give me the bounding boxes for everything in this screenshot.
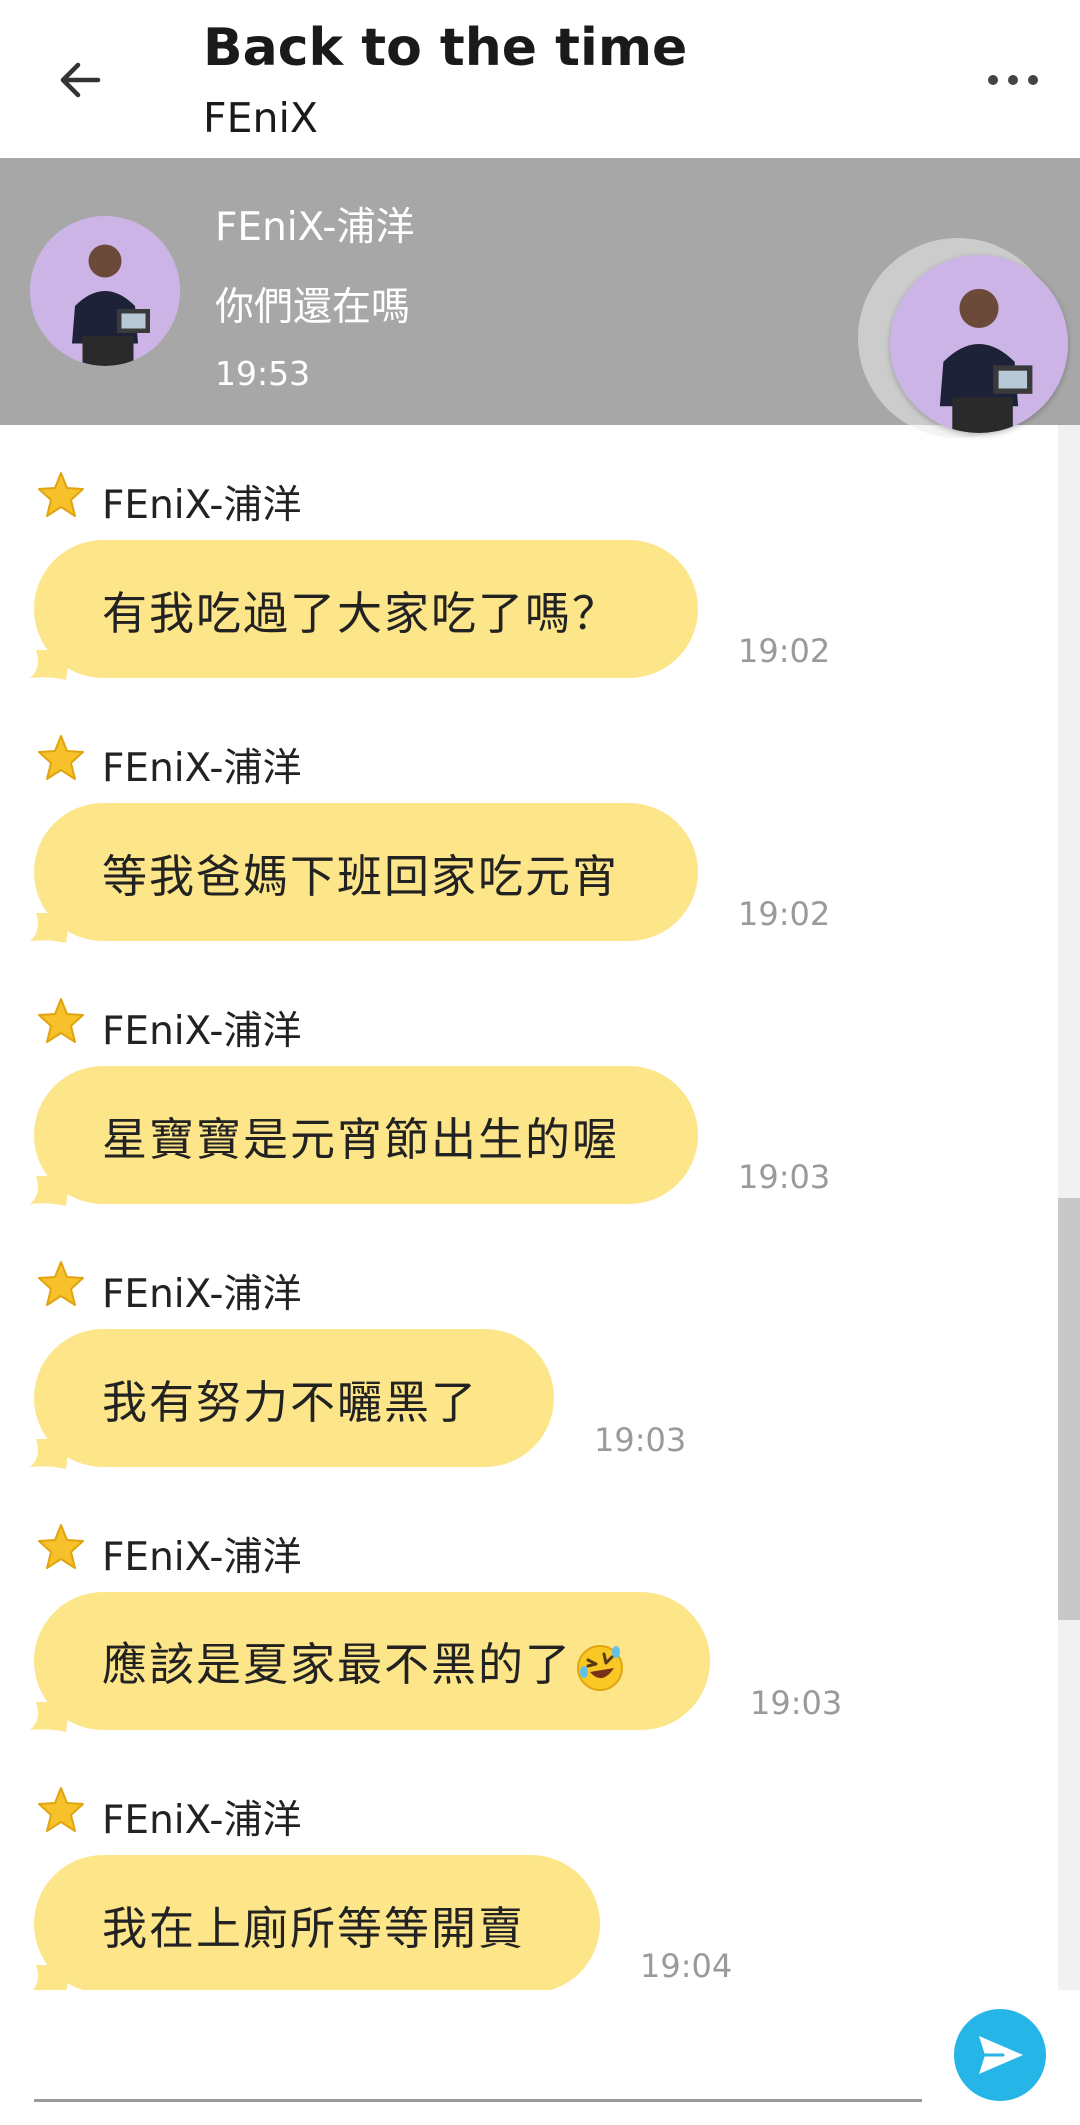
star-badge-icon [38, 998, 84, 1043]
message-sender: FEniX-浦洋 [102, 746, 302, 791]
message-bubble[interactable]: 有我吃過了大家吃了嗎？ [34, 540, 698, 678]
message-sender: FEniX-浦洋 [102, 1272, 302, 1317]
pinned-message-text: 你們還在嗎 [215, 285, 411, 330]
message-item: FEniX-浦洋 星寶寶是元宵節出生的喔 19:03 [0, 996, 1060, 1256]
message-item: FEniX-浦洋 應該是夏家最不黑的了 19:03 [0, 1522, 1060, 1782]
message-composer [0, 1990, 1080, 2125]
arrow-left-icon [60, 62, 101, 98]
more-options-dot [1028, 75, 1038, 85]
message-text: 我在上廁所等等開賣 [102, 1901, 526, 1955]
message-text: 等我爸媽下班回家吃元宵 [102, 849, 620, 903]
back-button[interactable] [40, 40, 120, 120]
send-icon [979, 2036, 1023, 2074]
pinned-sender: FEniX-浦洋 [215, 205, 415, 250]
message-bubble[interactable]: 等我爸媽下班回家吃元宵 [34, 803, 698, 941]
message-bubble[interactable]: 星寶寶是元宵節出生的喔 [34, 1066, 698, 1204]
message-input[interactable] [34, 2018, 922, 2102]
message-time: 19:03 [594, 1421, 687, 1459]
avatar [30, 216, 180, 366]
star-badge-icon [38, 1524, 84, 1569]
star-badge-icon [38, 735, 84, 780]
message-sender: FEniX-浦洋 [102, 483, 302, 528]
message-sender: FEniX-浦洋 [102, 1798, 302, 1843]
message-text: 我有努力不曬黑了 [102, 1375, 479, 1429]
message-time: 19:02 [738, 895, 831, 933]
message-bubble[interactable]: 我有努力不曬黑了 [34, 1329, 554, 1467]
chat-subtitle: FEniX [203, 94, 318, 142]
star-badge-icon [38, 1261, 84, 1306]
scrollbar-thumb[interactable] [1058, 1198, 1080, 1620]
message-time: 19:03 [738, 1158, 831, 1196]
message-sender: FEniX-浦洋 [102, 1535, 302, 1580]
more-options-dot [1008, 75, 1018, 85]
star-badge-icon [38, 1787, 84, 1832]
profile-photo [890, 255, 1068, 433]
message-text: 星寶寶是元宵節出生的喔 [102, 1112, 620, 1166]
star-badge-icon [38, 472, 84, 517]
message-bubble[interactable]: 應該是夏家最不黑的了 [34, 1592, 710, 1730]
message-sender: FEniX-浦洋 [102, 1009, 302, 1054]
message-bubble[interactable]: 我在上廁所等等開賣 [34, 1855, 600, 1993]
message-time: 19:02 [738, 632, 831, 670]
message-text: 應該是夏家最不黑的了 [102, 1628, 626, 1694]
message-time: 19:04 [640, 1947, 733, 1985]
message-item: FEniX-浦洋 等我爸媽下班回家吃元宵 19:02 [0, 733, 1060, 993]
more-options-button[interactable] [978, 50, 1048, 110]
message-text: 有我吃過了大家吃了嗎？ [102, 586, 620, 640]
message-item: FEniX-浦洋 有我吃過了大家吃了嗎？ 19:02 [0, 470, 1060, 730]
floating-avatar[interactable] [890, 255, 1068, 433]
profile-photo [30, 216, 180, 366]
message-text-content: 應該是夏家最不黑的了 [102, 1638, 573, 1691]
send-button[interactable] [954, 2009, 1046, 2101]
pinned-time: 19:53 [215, 354, 311, 393]
message-time: 19:03 [750, 1684, 843, 1722]
chat-header: Back to the time FEniX [0, 0, 1080, 158]
rolling-on-floor-laughing-icon [577, 1645, 624, 1691]
message-item: FEniX-浦洋 我有努力不曬黑了 19:03 [0, 1259, 1060, 1519]
more-options-icon [988, 75, 998, 85]
chat-title: Back to the time [203, 18, 688, 78]
